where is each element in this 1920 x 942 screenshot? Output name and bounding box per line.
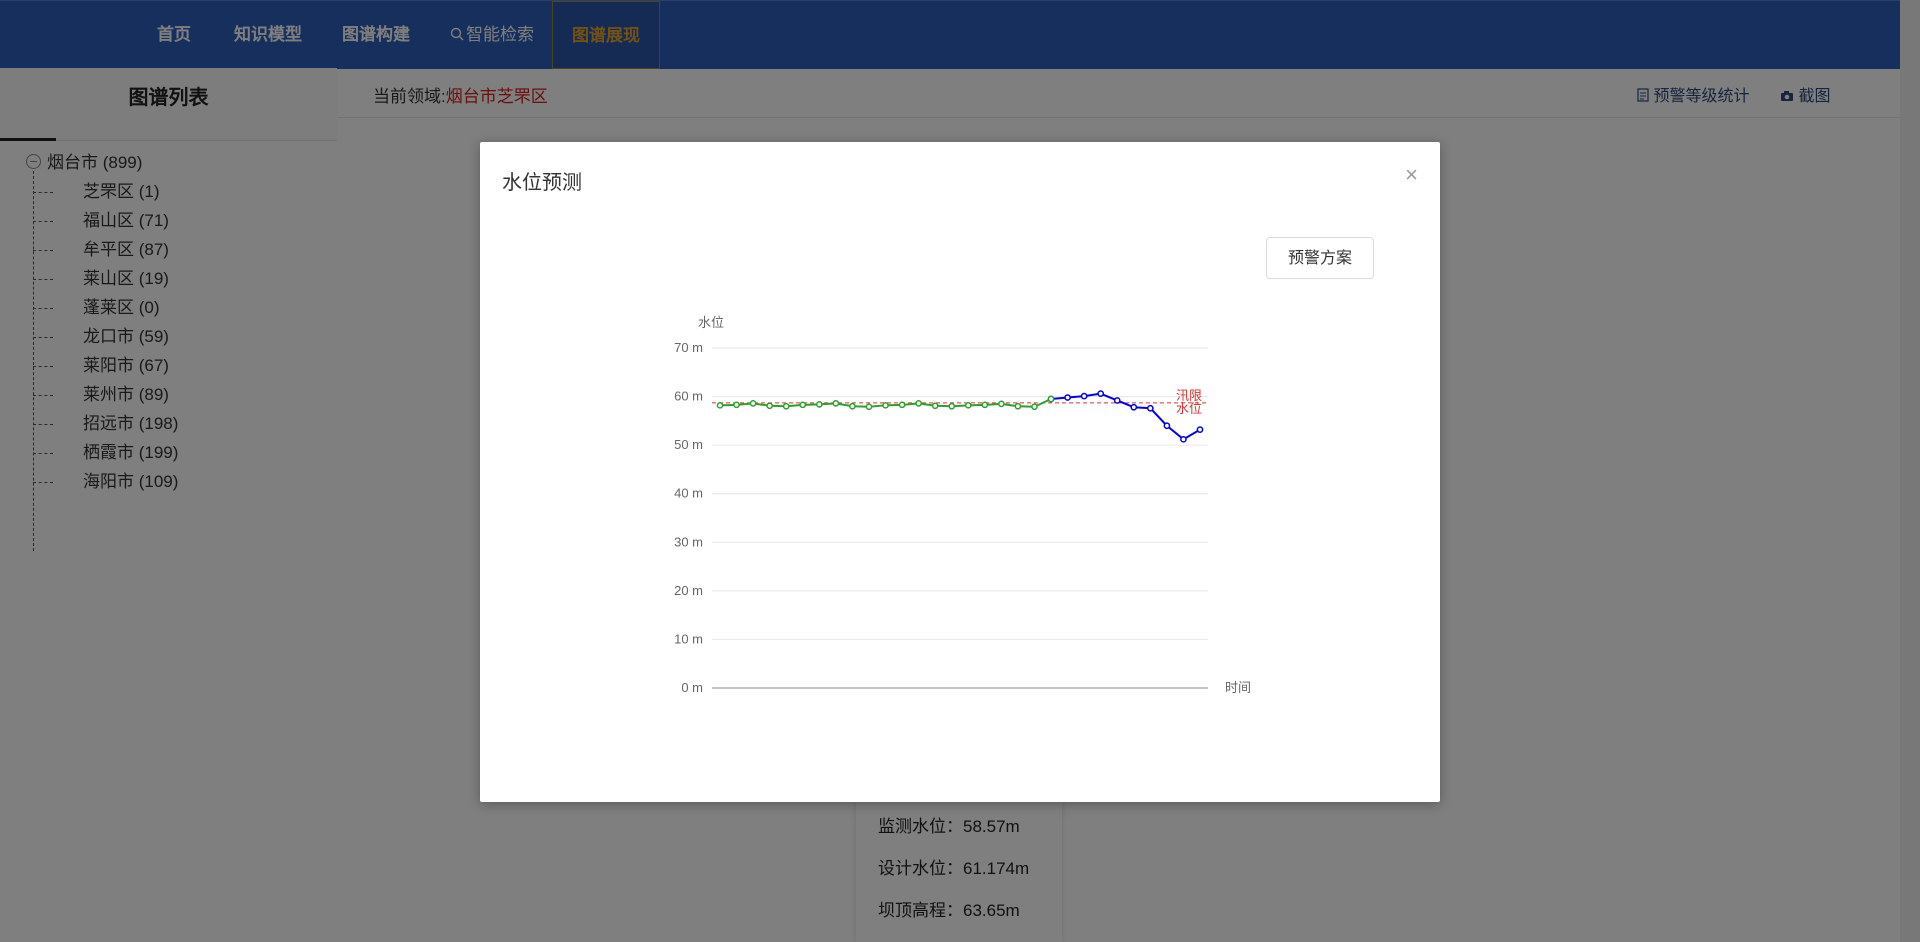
y-tick-label: 20 m <box>674 583 703 598</box>
observed-data-point <box>782 402 790 410</box>
predicted-data-point <box>1097 390 1105 398</box>
water-level-forecast-modal: 水位预测 × 预警方案 0 m 10 m 20 m 30 m 40 m 50 m 60 m7… <box>480 142 1440 802</box>
predicted-data-point <box>1180 435 1187 443</box>
observed-data-point <box>1031 403 1038 411</box>
flood-limit-label: 水位 <box>1176 401 1202 416</box>
y-tick-label: 60 m <box>674 389 703 404</box>
predicted-data-point <box>1113 397 1121 404</box>
water-level-chart: 0 m10 m20 m30 m40 m50 m60 m70 m水位时间汛限水位 <box>674 315 1251 695</box>
x-axis-label: 时间 <box>1225 680 1251 695</box>
observed-data-point <box>915 400 922 407</box>
predicted-data-point <box>1146 404 1154 412</box>
observed-data-point <box>849 402 856 410</box>
predicted-data-point <box>1130 403 1138 411</box>
observed-data-point <box>882 401 889 409</box>
y-tick-label: 10 m <box>674 631 703 646</box>
observed-data-point <box>948 402 956 410</box>
observed-data-point <box>749 400 757 407</box>
observed-data-point <box>716 401 724 409</box>
y-tick-label: 40 m <box>674 486 703 501</box>
y-tick-label: 30 m <box>674 534 703 549</box>
observed-data-point <box>998 400 1005 408</box>
observed-data-point <box>931 402 939 410</box>
predicted-data-point <box>1163 422 1171 430</box>
predicted-data-point <box>1196 426 1204 433</box>
y-tick-label: 70 m <box>674 340 703 355</box>
observed-data-point <box>981 401 989 409</box>
y-tick-label: 0 m <box>681 680 703 695</box>
y-axis-label: 水位 <box>698 315 724 330</box>
observed-data-point <box>799 401 807 409</box>
observed-data-point <box>898 401 906 409</box>
observed-data-point <box>865 403 873 411</box>
predicted-data-point <box>1080 392 1088 400</box>
observed-data-point <box>815 400 823 408</box>
predicted-data-point <box>1064 394 1071 401</box>
observed-data-point <box>1047 395 1055 403</box>
y-tick-label: 50 m <box>674 437 703 452</box>
observed-data-point <box>1014 402 1022 410</box>
observed-data-point <box>733 401 740 409</box>
observed-data-point <box>964 401 972 409</box>
observed-data-point <box>766 402 774 410</box>
observed-data-point <box>832 400 840 407</box>
